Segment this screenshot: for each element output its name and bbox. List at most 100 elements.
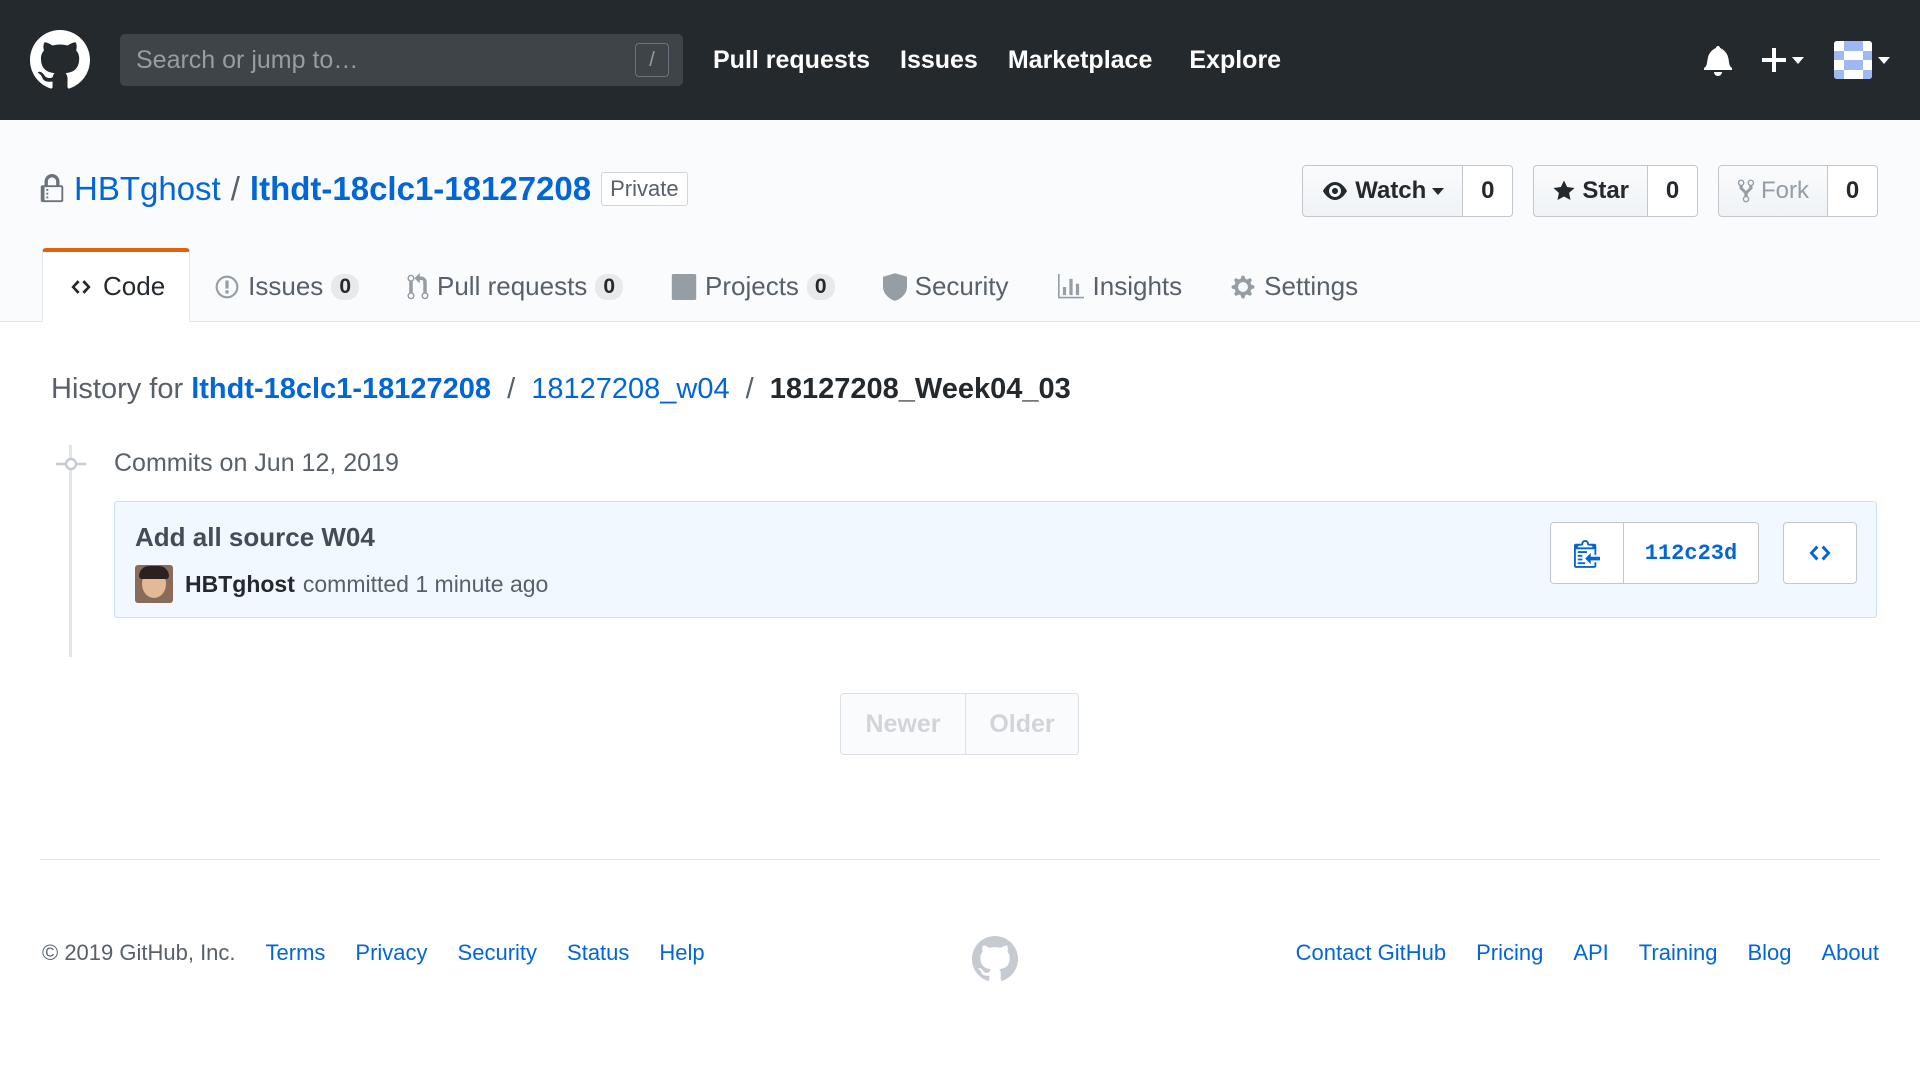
repo-header: HBTghost / lthdt-18clc1-18127208 Private… bbox=[0, 120, 1920, 322]
newer-button[interactable]: Newer bbox=[840, 693, 966, 755]
path-separator: / bbox=[507, 373, 516, 405]
commit-author-link[interactable]: HBTghost bbox=[185, 571, 295, 598]
path-separator: / bbox=[230, 170, 240, 207]
repo-actions: Watch 0 Star 0 Fork 0 bbox=[1282, 165, 1878, 217]
code-icon bbox=[1809, 545, 1831, 561]
commit-action-text: committed 1 minute ago bbox=[302, 570, 549, 597]
search-input[interactable] bbox=[136, 45, 667, 75]
footer-link-status[interactable]: Status bbox=[567, 940, 629, 966]
avatar[interactable] bbox=[135, 565, 173, 603]
footer-link-security[interactable]: Security bbox=[458, 940, 537, 966]
footer-link-privacy[interactable]: Privacy bbox=[355, 940, 427, 966]
issue-opened-icon bbox=[215, 275, 239, 298]
star-count[interactable]: 0 bbox=[1648, 165, 1698, 217]
nav-marketplace[interactable]: Marketplace bbox=[1008, 46, 1153, 75]
tab-settings[interactable]: Settings bbox=[1206, 248, 1382, 322]
footer-link-pricing[interactable]: Pricing bbox=[1476, 940, 1543, 966]
private-badge: Private bbox=[601, 172, 688, 206]
star-button[interactable]: Star bbox=[1533, 165, 1648, 217]
commit-list-item: Add all source W04 HBTghost committed 1 … bbox=[114, 501, 1877, 618]
commit-actions: 112c23d bbox=[1550, 522, 1857, 584]
code-icon bbox=[71, 279, 91, 294]
watch-group: Watch 0 bbox=[1302, 165, 1514, 217]
tab-issues-label: Issues bbox=[248, 271, 324, 301]
path-separator: / bbox=[745, 373, 754, 405]
breadcrumb-current-file: 18127208_Week04_03 bbox=[769, 373, 1071, 405]
fork-button[interactable]: Fork bbox=[1718, 165, 1828, 217]
project-icon bbox=[671, 273, 697, 300]
user-avatar-menu[interactable] bbox=[1834, 41, 1890, 79]
global-header: / Pull requests Issues Marketplace Explo… bbox=[0, 0, 1920, 120]
eye-icon bbox=[1323, 182, 1348, 200]
global-nav: Pull requests Issues Marketplace Explore bbox=[713, 46, 1311, 75]
header-actions bbox=[1674, 41, 1890, 79]
pagination: Newer Older bbox=[840, 693, 1079, 755]
browse-repo-at-commit-button[interactable] bbox=[1783, 522, 1857, 584]
tab-insights[interactable]: Insights bbox=[1033, 248, 1207, 322]
projects-counter: 0 bbox=[806, 273, 835, 300]
footer-link-contact-github[interactable]: Contact GitHub bbox=[1296, 940, 1446, 966]
issues-counter: 0 bbox=[331, 273, 359, 300]
tab-projects[interactable]: Projects 0 bbox=[647, 248, 859, 322]
star-icon bbox=[1553, 180, 1575, 200]
star-label: Star bbox=[1582, 177, 1629, 204]
search-shortcut-hint: / bbox=[635, 43, 669, 77]
tab-pull-requests-label: Pull requests bbox=[437, 271, 588, 301]
repo-owner-link[interactable]: HBTghost bbox=[74, 170, 221, 208]
tab-issues[interactable]: Issues 0 bbox=[190, 248, 383, 322]
tab-insights-label: Insights bbox=[1092, 271, 1183, 301]
graph-icon bbox=[1057, 273, 1084, 298]
github-logo-icon[interactable] bbox=[30, 30, 90, 90]
pulls-counter: 0 bbox=[595, 273, 623, 300]
fork-label: Fork bbox=[1761, 177, 1809, 204]
footer-link-help[interactable]: Help bbox=[659, 940, 704, 966]
nav-explore[interactable]: Explore bbox=[1189, 46, 1281, 75]
nav-issues[interactable]: Issues bbox=[900, 46, 978, 75]
tab-projects-label: Projects bbox=[705, 271, 799, 301]
repo-name-link[interactable]: lthdt-18clc1-18127208 bbox=[250, 170, 591, 208]
watch-count[interactable]: 0 bbox=[1463, 165, 1514, 217]
footer-link-terms[interactable]: Terms bbox=[266, 940, 326, 966]
git-pull-request-icon bbox=[407, 272, 429, 299]
gear-icon bbox=[1231, 275, 1255, 298]
history-breadcrumb: History for lthdt-18clc1-18127208 / 1812… bbox=[51, 373, 1071, 406]
clippy-icon bbox=[1574, 540, 1600, 568]
footer-link-api[interactable]: API bbox=[1573, 940, 1608, 966]
history-prefix: History for bbox=[51, 373, 184, 405]
create-new-plus-icon[interactable] bbox=[1762, 48, 1804, 72]
footer-left: © 2019 GitHub, Inc. Terms Privacy Securi… bbox=[42, 940, 735, 966]
breadcrumb-folder-link[interactable]: 18127208_w04 bbox=[531, 373, 729, 405]
fork-count[interactable]: 0 bbox=[1828, 165, 1878, 217]
footer-right: Contact GitHub Pricing API Training Blog… bbox=[1296, 940, 1879, 966]
notifications-bell-icon[interactable] bbox=[1704, 44, 1732, 76]
tab-security-label: Security bbox=[914, 271, 1009, 301]
fork-group: Fork 0 bbox=[1718, 165, 1878, 217]
avatar bbox=[1834, 41, 1872, 79]
search-box: / bbox=[120, 34, 683, 86]
tab-settings-label: Settings bbox=[1264, 271, 1359, 301]
tab-code[interactable]: Code bbox=[42, 248, 191, 322]
chevron-down-icon bbox=[1792, 56, 1804, 64]
footer-link-training[interactable]: Training bbox=[1639, 940, 1718, 966]
shield-icon bbox=[882, 272, 907, 301]
watch-label: Watch bbox=[1355, 177, 1427, 204]
tab-pull-requests[interactable]: Pull requests 0 bbox=[383, 248, 647, 322]
watch-button[interactable]: Watch bbox=[1302, 165, 1464, 217]
git-commit-icon bbox=[56, 457, 86, 471]
nav-pull-requests[interactable]: Pull requests bbox=[713, 46, 870, 75]
breadcrumb-root-link[interactable]: lthdt-18clc1-18127208 bbox=[191, 373, 491, 405]
footer-copyright: © 2019 GitHub, Inc. bbox=[42, 940, 236, 965]
older-button[interactable]: Older bbox=[966, 693, 1079, 755]
tab-code-label: Code bbox=[103, 271, 166, 301]
footer-link-blog[interactable]: Blog bbox=[1747, 940, 1791, 966]
commit-message-link[interactable]: Add all source W04 bbox=[135, 522, 375, 553]
chevron-down-icon bbox=[1432, 187, 1445, 195]
github-mark-icon[interactable] bbox=[972, 936, 1018, 982]
commit-sha-link[interactable]: 112c23d bbox=[1624, 522, 1759, 584]
repo-title: HBTghost / lthdt-18clc1-18127208 Private bbox=[40, 170, 688, 208]
star-group: Star 0 bbox=[1533, 165, 1698, 217]
footer-link-about[interactable]: About bbox=[1822, 940, 1880, 966]
chevron-down-icon bbox=[1878, 56, 1890, 64]
copy-sha-button[interactable] bbox=[1550, 522, 1624, 584]
tab-security[interactable]: Security bbox=[859, 248, 1033, 322]
